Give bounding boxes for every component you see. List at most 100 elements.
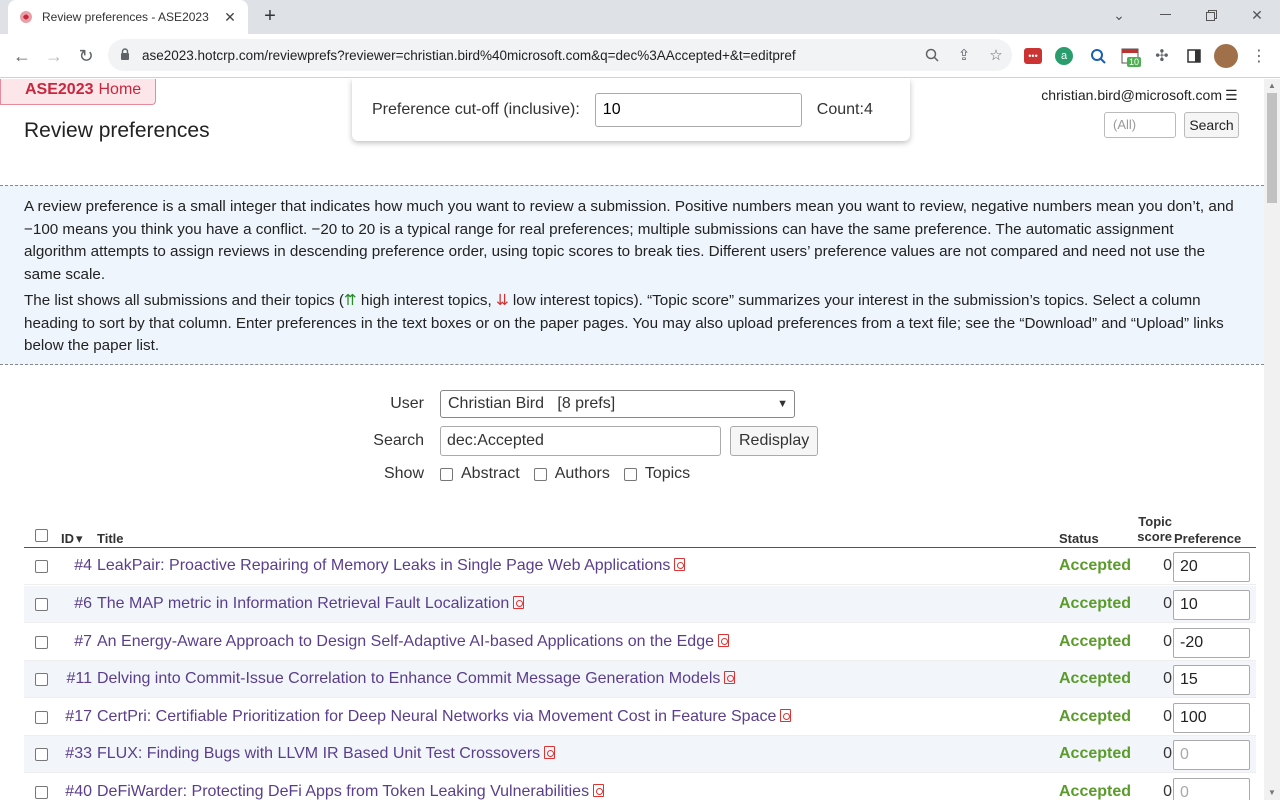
pdf-icon[interactable] [717,634,729,647]
user-select[interactable]: Christian Bird [8 prefs] ▼ [440,390,795,418]
pdf-icon[interactable] [780,709,792,722]
paper-title-link[interactable]: The MAP metric in Information Retrieval … [97,595,525,613]
status-badge: Accepted [1059,783,1132,800]
paper-id-link[interactable]: #7 [24,633,92,651]
table-row: #4 LeakPair: Proactive Repairing of Memor… [24,548,1256,585]
minimize-icon[interactable] [1142,0,1188,30]
search-input[interactable]: dec:Accepted [440,426,721,456]
topic-score: 0 [1163,633,1172,650]
status-column-header[interactable]: Status [1059,531,1099,546]
show-abstract-option[interactable]: Abstract [440,465,520,483]
paper-title-link[interactable]: LeakPair: Proactive Repairing of Memory … [97,557,686,575]
user-row: User Christian Bird [8 prefs] ▼ [354,390,795,418]
cutoff-input[interactable] [594,93,802,127]
page-scrollbar[interactable]: ▲ ▼ [1264,79,1280,800]
table-row: #7 An Energy-Aware Approach to Design Sel… [24,624,1256,661]
home-link[interactable]: ASE2023 Home [0,79,157,105]
instructions-box: A review preference is a small integer t… [0,185,1264,365]
paper-title-link[interactable]: CertPri: Certifiable Prioritization for … [97,708,792,726]
sort-desc-icon: ▾ [76,531,83,546]
address-bar[interactable]: ase2023.hotcrp.com/reviewprefs?reviewer=… [108,39,1012,71]
pdf-icon[interactable] [513,596,525,609]
reload-icon[interactable]: ↻ [72,42,100,70]
status-badge: Accepted [1059,708,1132,725]
quicksearch-button[interactable]: Search [1184,112,1239,138]
page-content: ASE2023 Home Review preferences Preferen… [0,79,1264,800]
pdf-icon[interactable] [593,784,605,797]
paper-table-header: ID ▾ Title Status Topic score Preference [24,509,1256,548]
forward-icon[interactable]: → [40,42,68,70]
paper-id-link[interactable]: #11 [24,670,92,688]
show-authors-option[interactable]: Authors [533,465,610,483]
status-badge: Accepted [1059,557,1132,574]
tab-close-icon[interactable]: ✕ [222,9,238,25]
profile-avatar[interactable] [1214,44,1238,68]
preference-column-header[interactable]: Preference [1174,531,1241,546]
tab-search-icon[interactable]: ⌄ [1096,0,1142,30]
preference-input[interactable]: 0 [1173,778,1250,800]
paper-id-link[interactable]: #4 [24,557,92,575]
paper-id-link[interactable]: #17 [24,708,92,726]
low-interest-icon: ⇊ [495,292,509,309]
show-label: Show [383,465,424,482]
user-email-link[interactable]: christian.bird@microsoft.com [1041,87,1222,103]
restore-icon[interactable] [1188,0,1234,30]
status-badge: Accepted [1059,595,1132,612]
paper-id-link[interactable]: #40 [24,783,92,800]
extension-a-icon[interactable]: a [1055,47,1073,65]
scroll-up-icon[interactable]: ▲ [1264,79,1280,93]
topic-score: 0 [1163,783,1172,800]
paper-title-link[interactable]: DeFiWarder: Protecting DeFi Apps from To… [97,783,605,800]
hamburger-menu-icon[interactable]: ☰ [1225,87,1238,104]
show-row: Show Abstract Authors Topics [354,465,704,483]
paper-title-link[interactable]: FLUX: Finding Bugs with LLVM IR Based Un… [97,745,556,763]
preference-input[interactable]: 100 [1173,703,1250,733]
show-topics-option[interactable]: Topics [623,465,690,483]
redisplay-button[interactable]: Redisplay [730,426,819,456]
show-topics-checkbox[interactable] [623,467,637,481]
show-authors-checkbox[interactable] [533,467,547,481]
scroll-down-icon[interactable]: ▼ [1264,786,1280,800]
show-abstract-checkbox[interactable] [440,467,453,481]
extensions-puzzle-icon[interactable]: ✣ [1151,45,1173,67]
bookmark-star-icon[interactable]: ☆ [980,39,1012,71]
paper-title-link[interactable]: An Energy-Aware Approach to Design Self-… [97,633,729,651]
back-icon[interactable]: ← [8,42,36,70]
preference-input[interactable]: 10 [1173,590,1250,620]
pdf-icon[interactable] [724,671,736,684]
cutoff-count: Count:4 [816,101,873,118]
pdf-icon[interactable] [544,746,556,759]
extension-search-icon[interactable] [1087,45,1109,67]
pdf-icon[interactable] [674,558,686,571]
extension-calendar-icon[interactable]: 10 [1119,45,1142,67]
close-window-icon[interactable]: ✕ [1234,0,1280,30]
preference-input[interactable]: -20 [1173,628,1250,658]
user-label: User [390,395,424,412]
share-icon[interactable]: ⇪ [948,39,980,71]
paper-title-link[interactable]: Delving into Commit-Issue Correlation to… [97,670,736,688]
topic-score-column-header[interactable]: Topic score [1134,514,1172,544]
preference-input[interactable]: 20 [1173,552,1250,582]
cutoff-label: Preference cut-off (inclusive): [372,101,580,118]
tab-title: Review preferences - ASE2023 [42,10,209,24]
side-panel-icon[interactable] [1183,45,1205,67]
lock-icon [120,47,134,63]
title-column-header[interactable]: Title [97,531,124,546]
new-tab-icon[interactable]: + [258,6,282,28]
id-column-header[interactable]: ID ▾ [61,531,83,547]
paper-id-link[interactable]: #6 [24,595,92,613]
zoom-search-icon[interactable] [916,39,948,71]
extension-lastpass-icon[interactable]: ••• [1024,48,1042,64]
instructions-paragraph-2: The list shows all submissions and their… [24,292,1224,354]
quicksearch-input[interactable]: (All) [1104,112,1176,138]
instructions-paragraph-1: A review preference is a small integer t… [24,198,1234,283]
select-all-checkbox[interactable] [35,529,48,542]
preference-input[interactable]: 0 [1173,740,1250,770]
preference-input[interactable]: 15 [1173,665,1250,695]
browser-menu-icon[interactable]: ⋮ [1248,45,1270,67]
scrollbar-thumb[interactable] [1267,93,1277,203]
page-title: Review preferences [24,119,210,142]
paper-id-link[interactable]: #33 [24,745,92,763]
browser-tab[interactable]: Review preferences - ASE2023 ✕ [8,0,248,34]
table-row: #11 Delving into Commit-Issue Correlation… [24,661,1256,698]
